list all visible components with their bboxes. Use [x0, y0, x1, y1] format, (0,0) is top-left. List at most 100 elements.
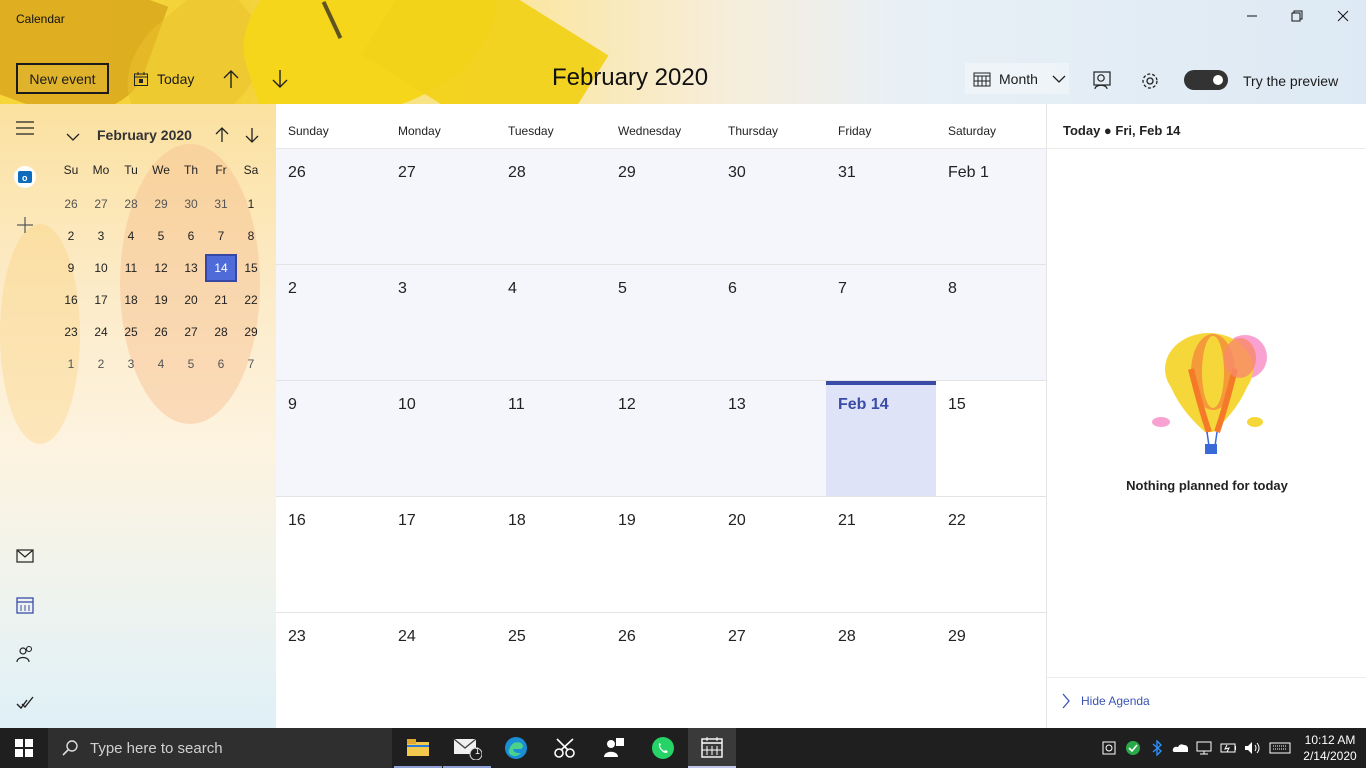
system-clock[interactable]: 10:12 AM 2/14/2020: [1300, 732, 1360, 764]
day-cell[interactable]: 29: [606, 149, 716, 264]
people-button[interactable]: [12, 641, 38, 667]
mini-day[interactable]: 15: [236, 255, 266, 281]
day-cell[interactable]: 4: [496, 265, 606, 380]
mini-day[interactable]: 21: [206, 287, 236, 313]
volume-icon[interactable]: [1244, 740, 1260, 756]
mini-day[interactable]: 10: [86, 255, 116, 281]
taskbar-search-box[interactable]: Type here to search: [48, 728, 392, 768]
day-cell[interactable]: 27: [386, 149, 496, 264]
battery-icon[interactable]: [1220, 740, 1236, 756]
day-cell[interactable]: 6: [716, 265, 826, 380]
day-cell[interactable]: 10: [386, 381, 496, 496]
mini-day[interactable]: 11: [116, 255, 146, 281]
day-cell[interactable]: 7: [826, 265, 936, 380]
mini-day[interactable]: 22: [236, 287, 266, 313]
mini-day[interactable]: 2: [86, 351, 116, 377]
day-cell[interactable]: 20: [716, 497, 826, 612]
start-button[interactable]: [0, 728, 48, 768]
day-cell[interactable]: 30: [716, 149, 826, 264]
chevron-down-icon[interactable]: [66, 132, 80, 142]
day-cell[interactable]: 9: [276, 381, 386, 496]
day-cell[interactable]: 11: [496, 381, 606, 496]
calendar-taskbar-button[interactable]: [688, 728, 736, 768]
day-cell[interactable]: 18: [496, 497, 606, 612]
day-cell[interactable]: 24: [386, 613, 496, 729]
mail-taskbar-button[interactable]: 1: [443, 728, 491, 768]
mini-day[interactable]: 1: [236, 191, 266, 217]
previous-button[interactable]: [222, 66, 240, 92]
mini-day[interactable]: 3: [116, 351, 146, 377]
day-cell[interactable]: 23: [276, 613, 386, 729]
day-cell[interactable]: 31: [826, 149, 936, 264]
mini-day[interactable]: 27: [86, 191, 116, 217]
settings-button[interactable]: [1140, 68, 1160, 94]
day-cell[interactable]: 22: [936, 497, 1046, 612]
todo-button[interactable]: [12, 690, 38, 716]
menu-button[interactable]: [12, 115, 38, 141]
day-cell[interactable]: 29: [936, 613, 1046, 729]
network-icon[interactable]: [1196, 740, 1212, 756]
mini-day[interactable]: 25: [116, 319, 146, 345]
people-taskbar-button[interactable]: [590, 728, 638, 768]
mini-day[interactable]: 3: [86, 223, 116, 249]
day-cell[interactable]: 2: [276, 265, 386, 380]
day-cell[interactable]: 16: [276, 497, 386, 612]
mini-day[interactable]: 9: [56, 255, 86, 281]
day-cell[interactable]: 21: [826, 497, 936, 612]
day-cell[interactable]: 28: [826, 613, 936, 729]
mini-day-selected[interactable]: 14: [205, 254, 237, 282]
today-button[interactable]: Today: [133, 66, 194, 92]
onedrive-icon[interactable]: [1172, 740, 1188, 756]
mini-day[interactable]: 16: [56, 287, 86, 313]
snip-sketch-taskbar-button[interactable]: [541, 728, 589, 768]
day-cell[interactable]: Feb 1: [936, 149, 1046, 264]
new-event-button[interactable]: New event: [16, 63, 109, 94]
day-cell[interactable]: 17: [386, 497, 496, 612]
mini-day[interactable]: 29: [146, 191, 176, 217]
mini-day[interactable]: 13: [176, 255, 206, 281]
day-cell[interactable]: 26: [606, 613, 716, 729]
calendar-button[interactable]: [12, 592, 38, 618]
file-explorer-taskbar-button[interactable]: [394, 728, 442, 768]
feedback-button[interactable]: [1092, 68, 1112, 94]
security-tray-icon[interactable]: [1125, 740, 1141, 756]
mini-day[interactable]: 31: [206, 191, 236, 217]
day-cell[interactable]: 12: [606, 381, 716, 496]
minimize-button[interactable]: [1229, 0, 1275, 32]
mini-day[interactable]: 20: [176, 287, 206, 313]
mini-day[interactable]: 7: [236, 351, 266, 377]
mini-day[interactable]: 24: [86, 319, 116, 345]
mini-day[interactable]: 26: [146, 319, 176, 345]
arrow-up-icon[interactable]: [215, 127, 229, 143]
whatsapp-taskbar-button[interactable]: [639, 728, 687, 768]
mini-day[interactable]: 17: [86, 287, 116, 313]
mini-day[interactable]: 28: [116, 191, 146, 217]
mini-day[interactable]: 26: [56, 191, 86, 217]
mini-day[interactable]: 7: [206, 223, 236, 249]
mini-day[interactable]: 19: [146, 287, 176, 313]
mini-day[interactable]: 2: [56, 223, 86, 249]
mail-button[interactable]: [12, 543, 38, 569]
day-cell[interactable]: 5: [606, 265, 716, 380]
mini-day[interactable]: 4: [116, 223, 146, 249]
mini-day[interactable]: 4: [146, 351, 176, 377]
mini-day[interactable]: 1: [56, 351, 86, 377]
mini-day[interactable]: 28: [206, 319, 236, 345]
mini-day[interactable]: 6: [206, 351, 236, 377]
mini-day[interactable]: 30: [176, 191, 206, 217]
day-cell[interactable]: 8: [936, 265, 1046, 380]
day-cell[interactable]: 15: [936, 381, 1046, 496]
outlook-account-button[interactable]: o: [12, 164, 38, 190]
day-cell[interactable]: 19: [606, 497, 716, 612]
mini-day[interactable]: 5: [146, 223, 176, 249]
mini-day[interactable]: 27: [176, 319, 206, 345]
day-cell[interactable]: 13: [716, 381, 826, 496]
hide-agenda-button[interactable]: Hide Agenda: [1061, 693, 1150, 709]
mini-day[interactable]: 18: [116, 287, 146, 313]
mini-day[interactable]: 29: [236, 319, 266, 345]
day-cell[interactable]: 25: [496, 613, 606, 729]
edge-taskbar-button[interactable]: [492, 728, 540, 768]
restore-button[interactable]: [1274, 0, 1320, 32]
view-selector[interactable]: Month: [965, 63, 1069, 94]
preview-toggle[interactable]: [1184, 70, 1228, 90]
